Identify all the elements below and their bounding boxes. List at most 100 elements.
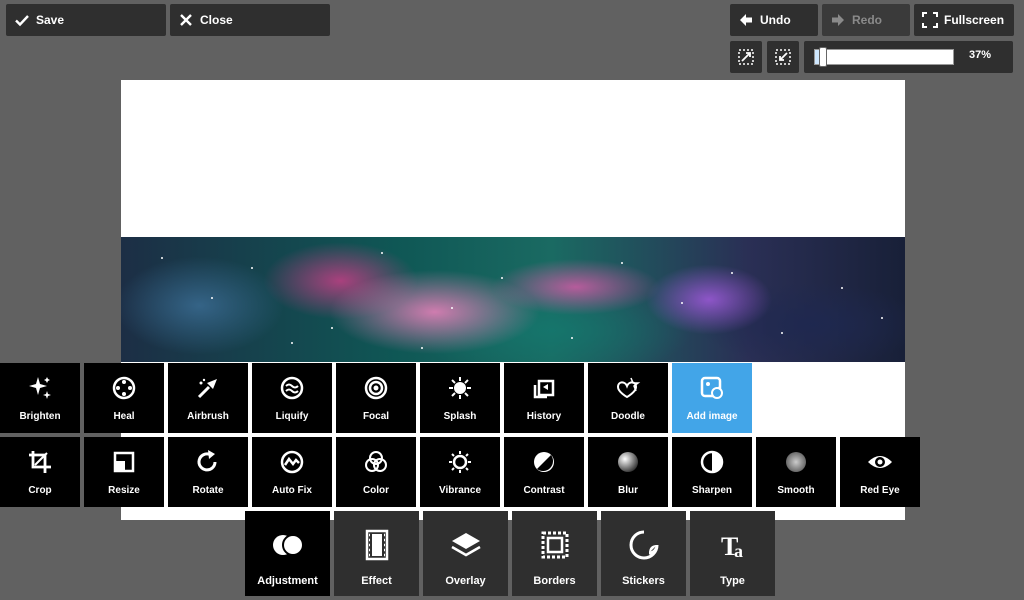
zoom-slider[interactable] bbox=[814, 47, 954, 67]
fullscreen-icon bbox=[922, 12, 938, 28]
tool-label: Sharpen bbox=[691, 485, 732, 496]
zoom-expand-button[interactable] bbox=[730, 41, 762, 73]
tool-resize[interactable]: Resize bbox=[84, 437, 164, 507]
undo-button[interactable]: Undo bbox=[730, 4, 818, 36]
tool-label: Smooth bbox=[777, 485, 815, 496]
tool-label: History bbox=[526, 411, 562, 422]
sticker-icon bbox=[628, 529, 660, 561]
tool-label: Resize bbox=[108, 485, 140, 496]
tool-add-image[interactable]: Add image bbox=[672, 363, 752, 433]
tool-contrast[interactable]: Contrast bbox=[504, 437, 584, 507]
category-type[interactable]: Ta Type bbox=[690, 511, 775, 596]
heal-icon bbox=[111, 375, 137, 401]
redo-label: Redo bbox=[852, 13, 882, 27]
category-label: Adjustment bbox=[257, 575, 318, 587]
tool-rotate[interactable]: Rotate bbox=[168, 437, 248, 507]
tool-label: Red Eye bbox=[860, 485, 900, 496]
close-icon bbox=[180, 14, 192, 26]
tool-label: Add image bbox=[686, 411, 738, 422]
category-overlay[interactable]: Overlay bbox=[423, 511, 508, 596]
tool-focal[interactable]: Focal bbox=[336, 363, 416, 433]
zoom-fit-button[interactable] bbox=[767, 41, 799, 73]
tool-label: Heal bbox=[113, 411, 135, 422]
tool-label: Blur bbox=[618, 485, 638, 496]
contrast-icon bbox=[531, 449, 557, 475]
film-icon bbox=[361, 529, 393, 561]
save-label: Save bbox=[36, 13, 65, 27]
tool-auto-fix[interactable]: Auto Fix bbox=[252, 437, 332, 507]
tool-label: Auto Fix bbox=[272, 485, 312, 496]
color-icon bbox=[363, 449, 389, 475]
tool-brighten[interactable]: Brighten bbox=[0, 363, 80, 433]
category-label: Overlay bbox=[445, 575, 486, 587]
category-borders[interactable]: Borders bbox=[512, 511, 597, 596]
close-label: Close bbox=[200, 13, 233, 27]
zoom-slider-handle[interactable] bbox=[819, 47, 828, 67]
sharpen-icon bbox=[699, 449, 725, 475]
resize-icon bbox=[111, 449, 137, 475]
fullscreen-button[interactable]: Fullscreen bbox=[914, 4, 1014, 36]
close-button[interactable]: Close bbox=[170, 4, 330, 36]
focal-icon bbox=[363, 375, 389, 401]
redo-button[interactable]: Redo bbox=[822, 4, 910, 36]
tool-label: Contrast bbox=[523, 485, 565, 496]
tool-red-eye[interactable]: Red Eye bbox=[840, 437, 920, 507]
layers-icon bbox=[450, 529, 482, 561]
crop-icon bbox=[27, 449, 53, 475]
zoom-value: 37% bbox=[968, 49, 991, 61]
tool-heal[interactable]: Heal bbox=[84, 363, 164, 433]
tool-airbrush[interactable]: Airbrush bbox=[168, 363, 248, 433]
sparkles-icon bbox=[27, 375, 53, 401]
tool-color[interactable]: Color bbox=[336, 437, 416, 507]
category-effect[interactable]: Effect bbox=[334, 511, 419, 596]
tool-blur[interactable]: Blur bbox=[588, 437, 668, 507]
check-icon bbox=[15, 15, 29, 27]
add-image-icon bbox=[699, 375, 725, 401]
tool-label: Airbrush bbox=[187, 411, 229, 422]
category-label: Stickers bbox=[622, 575, 665, 587]
category-stickers[interactable]: Stickers bbox=[601, 511, 686, 596]
adjustment-icon bbox=[272, 529, 304, 561]
tool-splash[interactable]: Splash bbox=[420, 363, 500, 433]
category-label: Type bbox=[720, 575, 745, 587]
tool-label: Doodle bbox=[611, 411, 645, 422]
smooth-icon bbox=[783, 449, 809, 475]
tool-label: Brighten bbox=[19, 411, 61, 422]
zoom-control: 37% bbox=[804, 41, 1013, 73]
splash-icon bbox=[447, 375, 473, 401]
rotate-icon bbox=[195, 449, 221, 475]
tool-label: Splash bbox=[443, 411, 477, 422]
tool-label: Color bbox=[362, 485, 390, 496]
tool-label: Crop bbox=[28, 485, 52, 496]
auto-fix-icon bbox=[279, 449, 305, 475]
tool-label: Rotate bbox=[192, 485, 224, 496]
tool-label: Vibrance bbox=[438, 485, 482, 496]
arrow-right-icon bbox=[832, 14, 844, 26]
tool-smooth[interactable]: Smooth bbox=[756, 437, 836, 507]
save-button[interactable]: Save bbox=[6, 4, 166, 36]
undo-label: Undo bbox=[760, 13, 791, 27]
arrow-left-icon bbox=[740, 14, 752, 26]
borders-icon bbox=[539, 529, 571, 561]
canvas-image bbox=[121, 237, 905, 362]
tool-vibrance[interactable]: Vibrance bbox=[420, 437, 500, 507]
doodle-icon bbox=[615, 375, 641, 401]
tool-sharpen[interactable]: Sharpen bbox=[672, 437, 752, 507]
category-adjustment[interactable]: Adjustment bbox=[245, 511, 330, 596]
category-label: Effect bbox=[361, 575, 392, 587]
tool-liquify[interactable]: Liquify bbox=[252, 363, 332, 433]
type-icon: Ta bbox=[717, 529, 749, 561]
tool-crop[interactable]: Crop bbox=[0, 437, 80, 507]
expand-icon bbox=[738, 49, 754, 65]
fullscreen-label: Fullscreen bbox=[944, 13, 1005, 27]
category-label: Borders bbox=[533, 575, 576, 587]
tool-label: Focal bbox=[362, 411, 390, 422]
tool-doodle[interactable]: Doodle bbox=[588, 363, 668, 433]
history-icon bbox=[531, 375, 557, 401]
airbrush-icon bbox=[195, 375, 221, 401]
tool-history[interactable]: History bbox=[504, 363, 584, 433]
liquify-icon bbox=[279, 375, 305, 401]
blur-icon bbox=[615, 449, 641, 475]
eye-icon bbox=[867, 449, 893, 475]
tool-label: Liquify bbox=[275, 411, 309, 422]
